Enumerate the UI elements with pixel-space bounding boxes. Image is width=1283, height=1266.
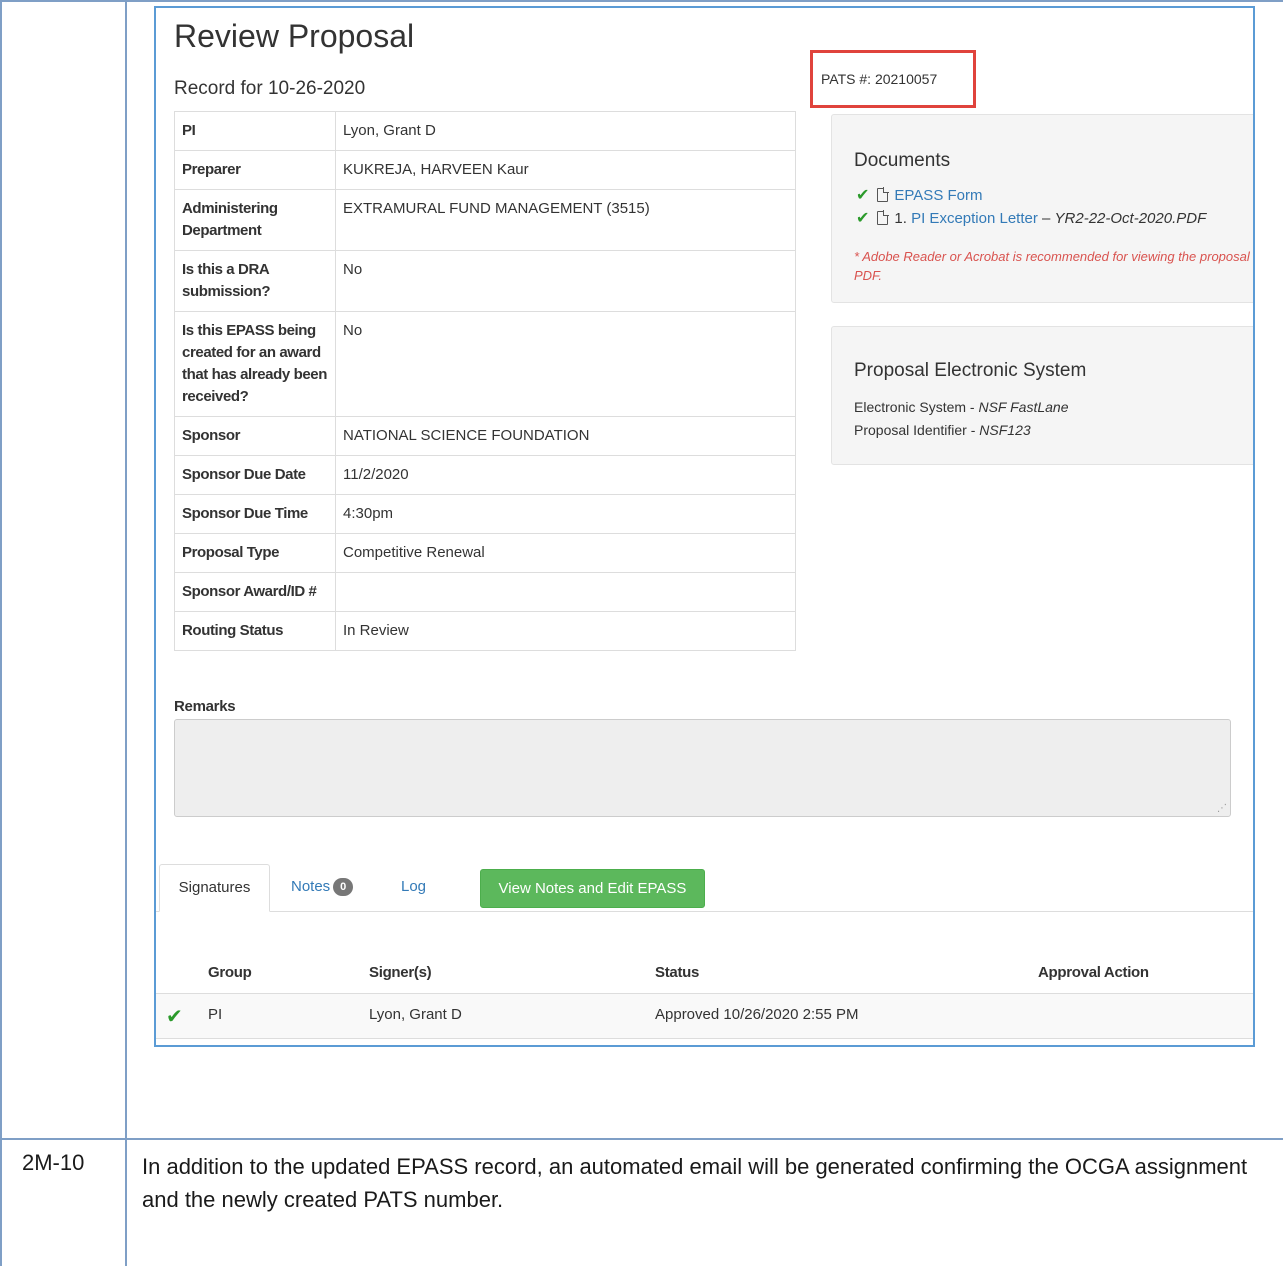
- signature-status: Approved 10/26/2020 2:55 PM: [655, 1006, 859, 1023]
- electronic-system-title: Proposal Electronic System: [854, 360, 1087, 381]
- remarks-textarea[interactable]: [174, 719, 1231, 817]
- field-label: Preparer: [174, 150, 336, 190]
- epass-form-link[interactable]: EPASS Form: [894, 187, 982, 204]
- document-item: ✔ EPASS Form: [856, 185, 982, 205]
- field-value: EXTRAMURAL FUND MANAGEMENT (3515): [335, 189, 796, 251]
- column-header-status: Status: [655, 964, 700, 981]
- field-label: PI: [174, 111, 336, 151]
- field-label: Is this a DRA submission?: [174, 250, 336, 312]
- proposal-info-table: PI Lyon, Grant D Preparer KUKREJA, HARVE…: [174, 111, 796, 651]
- field-value: In Review: [335, 611, 796, 651]
- epass-screenshot: Review Proposal Record for 10-26-2020 PA…: [154, 6, 1255, 1047]
- table-row: PI Lyon, Grant D: [174, 111, 796, 151]
- page-title: Review Proposal: [174, 18, 415, 54]
- signature-signer: Lyon, Grant D: [369, 1006, 462, 1023]
- table-row: Sponsor Due Date 11/2/2020: [174, 455, 796, 495]
- table-row: Proposal Type Competitive Renewal: [174, 533, 796, 573]
- proposal-identifier-line: Proposal Identifier - NSF123: [854, 422, 1031, 438]
- tab-notes[interactable]: Notes 0: [291, 864, 354, 912]
- document-item: ✔ 1. PI Exception Letter – YR2-22-Oct-202…: [856, 210, 1207, 227]
- doc-table-row-divider: [0, 1138, 1283, 1140]
- check-icon: ✔: [856, 210, 870, 227]
- tab-signatures[interactable]: Signatures: [159, 864, 270, 912]
- column-header-signers: Signer(s): [369, 964, 432, 981]
- table-row: Is this a DRA submission? No: [174, 250, 796, 312]
- signature-group: PI: [208, 1006, 223, 1023]
- tab-log[interactable]: Log: [401, 864, 426, 912]
- table-row: ✔ PI Lyon, Grant D Approved 10/26/2020 2…: [156, 994, 1253, 1039]
- table-row: Administering Department EXTRAMURAL FUND…: [174, 189, 796, 251]
- electronic-system-value: NSF FastLane: [978, 399, 1069, 415]
- field-label: Routing Status: [174, 611, 336, 651]
- field-value: 4:30pm: [335, 494, 796, 534]
- step-id: 2M-10: [22, 1150, 85, 1175]
- pats-number: PATS #: 20210057: [810, 50, 976, 108]
- proposal-identifier-value: NSF123: [979, 422, 1031, 438]
- view-notes-edit-epass-button[interactable]: View Notes and Edit EPASS: [480, 869, 705, 908]
- column-header-approval-action: Approval Action: [1038, 964, 1149, 981]
- adobe-reader-note: * Adobe Reader or Acrobat is recommended…: [854, 249, 1250, 283]
- tab-notes-label: Notes: [291, 878, 331, 895]
- field-label: Sponsor: [174, 416, 336, 456]
- check-icon: ✔: [856, 187, 870, 204]
- field-value: [335, 572, 796, 612]
- table-row: Sponsor Award/ID #: [174, 572, 796, 612]
- table-row: Sponsor Due Time 4:30pm: [174, 494, 796, 534]
- field-value: Competitive Renewal: [335, 533, 796, 573]
- document-number: 1.: [894, 210, 912, 227]
- pi-exception-letter-link[interactable]: PI Exception Letter: [911, 210, 1038, 227]
- resize-grip-icon[interactable]: ⋰: [1217, 803, 1227, 814]
- field-value: 11/2/2020: [335, 455, 796, 495]
- field-value: Lyon, Grant D: [335, 111, 796, 151]
- doc-table-column-divider: [125, 0, 127, 1266]
- table-row: Is this EPASS being created for an award…: [174, 311, 796, 417]
- electronic-system-panel: Proposal Electronic System Electronic Sy…: [831, 326, 1253, 465]
- field-label: Proposal Type: [174, 533, 336, 573]
- field-value: No: [335, 250, 796, 312]
- electronic-system-line: Electronic System - NSF FastLane: [854, 399, 1069, 415]
- doc-table-left-border: [0, 0, 2, 1266]
- check-icon: ✔: [166, 1006, 183, 1028]
- field-value: NATIONAL SCIENCE FOUNDATION: [335, 416, 796, 456]
- documents-title: Documents: [854, 150, 951, 171]
- field-label: Sponsor Due Date: [174, 455, 336, 495]
- field-label: Sponsor Due Time: [174, 494, 336, 534]
- table-row: Routing Status In Review: [174, 611, 796, 651]
- file-icon: [877, 187, 890, 202]
- notes-count-badge: 0: [333, 878, 354, 896]
- field-value: KUKREJA, HARVEEN Kaur: [335, 150, 796, 190]
- record-date: Record for 10-26-2020: [174, 78, 366, 99]
- step-description: In addition to the updated EPASS record,…: [142, 1154, 1248, 1212]
- table-row: Preparer KUKREJA, HARVEEN Kaur: [174, 150, 796, 190]
- field-value: No: [335, 311, 796, 417]
- documents-panel: Documents ✔ EPASS Form ✔ 1. PI Exception L…: [831, 114, 1253, 303]
- remarks-label: Remarks: [174, 698, 236, 715]
- column-header-group: Group: [208, 964, 252, 981]
- doc-table-top-border: [0, 0, 1283, 2]
- field-label: Administering Department: [174, 189, 336, 251]
- document-filename: YR2-22-Oct-2020.PDF: [1054, 210, 1207, 227]
- field-label: Sponsor Award/ID #: [174, 572, 336, 612]
- table-row: Sponsor NATIONAL SCIENCE FOUNDATION: [174, 416, 796, 456]
- file-icon: [877, 210, 890, 225]
- field-label: Is this EPASS being created for an award…: [174, 311, 336, 417]
